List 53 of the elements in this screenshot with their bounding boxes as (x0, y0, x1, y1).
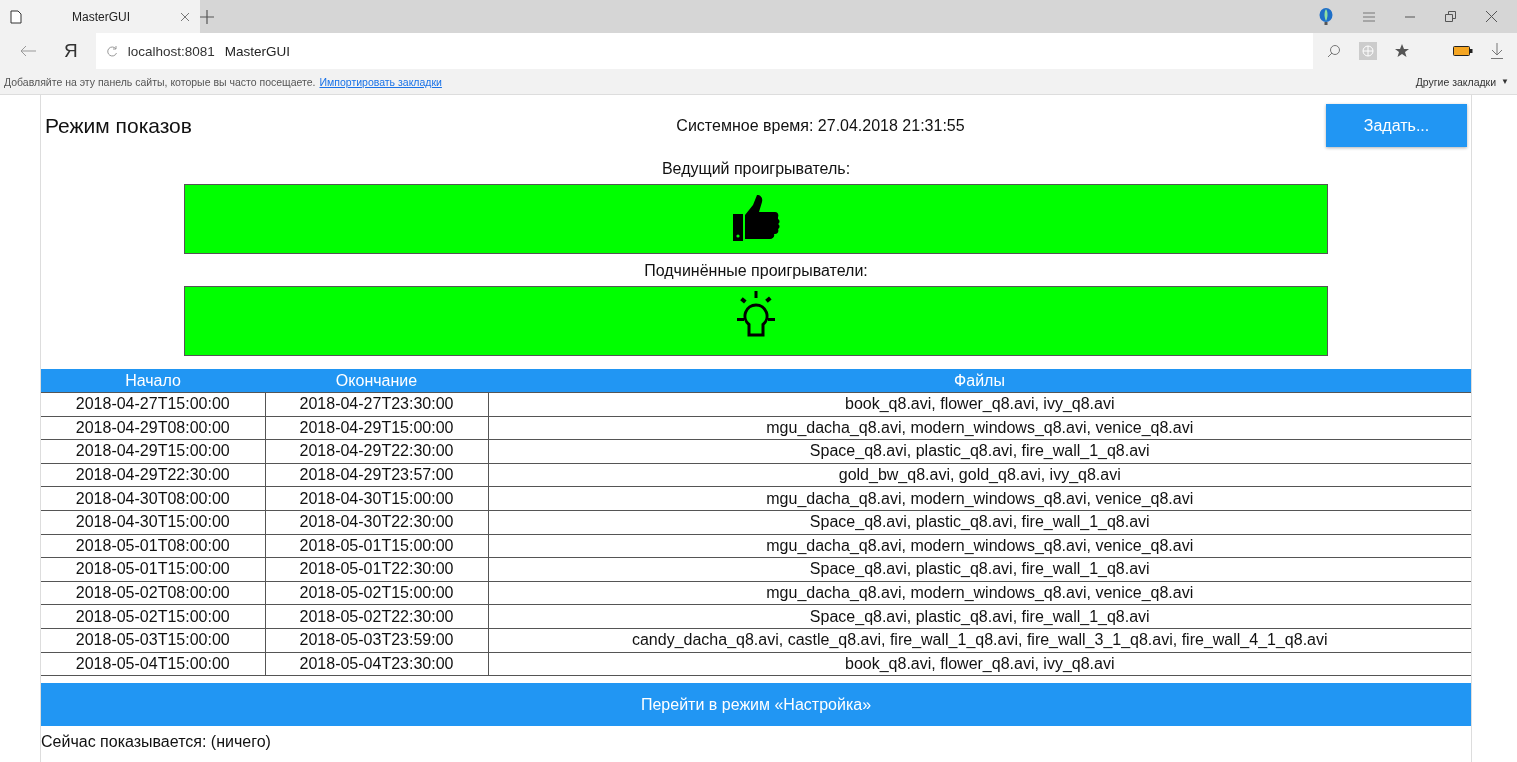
thumbs-up-icon (731, 194, 781, 244)
table-cell: 2018-04-29T23:57:00 (265, 463, 488, 487)
table-cell: book_q8.avi, flower_q8.avi, ivy_q8.avi (488, 392, 1471, 417)
page-title: Режим показов (45, 113, 193, 138)
page-icon (10, 9, 22, 24)
star-icon[interactable] (1395, 44, 1409, 58)
bookmarks-hint: Добавляйте на эту панель сайты, которые вы часто посещаете. (4, 75, 316, 88)
other-bookmarks-button[interactable]: Другие закладки ▼ (1415, 75, 1509, 88)
table-cell: 2018-04-30T15:00:00 (41, 510, 265, 535)
table-cell: 2018-04-30T15:00:00 (265, 486, 488, 511)
column-header: Файлы (488, 369, 1471, 393)
system-time: Системное время: 27.04.2018 21:31:55 (675, 116, 966, 135)
table-cell: 2018-04-29T22:30:00 (265, 439, 488, 464)
table-cell: 2018-04-30T08:00:00 (41, 486, 265, 511)
restore-icon[interactable] (1445, 11, 1456, 22)
table-cell: 2018-04-29T08:00:00 (41, 416, 265, 440)
column-header: Окончание (265, 369, 488, 393)
table-cell: 2018-05-01T08:00:00 (41, 534, 265, 558)
table-cell: 2018-04-29T22:30:00 (41, 463, 265, 487)
download-icon[interactable] (1491, 43, 1503, 59)
address-bar[interactable]: localhost:8081 MasterGUI (95, 33, 1313, 69)
table-cell: 2018-04-29T15:00:00 (41, 439, 265, 464)
player-label: Ведущий проигрыватель: (661, 159, 851, 179)
table-cell: 2018-04-27T23:30:00 (265, 392, 488, 417)
reload-icon[interactable] (105, 45, 118, 57)
search-icon[interactable] (1327, 44, 1341, 58)
table-cell: 2018-05-03T23:59:00 (265, 628, 488, 653)
table-cell: 2018-05-01T22:30:00 (265, 557, 488, 582)
table-cell: 2018-05-01T15:00:00 (265, 534, 488, 558)
table-cell: 2018-05-02T15:00:00 (265, 581, 488, 605)
table-cell: 2018-05-02T22:30:00 (265, 604, 488, 629)
close-icon[interactable] (180, 11, 190, 22)
back-icon[interactable] (20, 45, 36, 57)
browser-tab[interactable]: MasterGUI (0, 0, 200, 33)
table-cell: 2018-04-30T22:30:00 (265, 510, 488, 535)
balloon-icon[interactable] (1319, 7, 1333, 26)
table-cell: 2018-05-02T08:00:00 (41, 581, 265, 605)
import-bookmarks-link[interactable]: Импортировать закладки (319, 75, 442, 88)
battery-icon[interactable] (1453, 46, 1473, 56)
column-header: Начало (41, 369, 265, 393)
close-icon[interactable] (1486, 11, 1497, 22)
table-cell: 2018-05-01T15:00:00 (41, 557, 265, 582)
browser-logo[interactable]: Я (64, 40, 78, 62)
table-cell: 2018-05-04T23:30:00 (265, 652, 488, 676)
table-cell: 2018-04-29T15:00:00 (265, 416, 488, 440)
plus-icon[interactable] (200, 9, 214, 24)
player-label: Подчинённые проигрыватели: (644, 261, 868, 281)
table-cell: 2018-05-04T15:00:00 (41, 652, 265, 676)
table-cell: 2018-05-02T15:00:00 (41, 604, 265, 629)
minimize-icon[interactable] (1405, 15, 1415, 18)
table-cell: 2018-04-27T15:00:00 (41, 392, 265, 417)
table-cell: 2018-05-03T15:00:00 (41, 628, 265, 653)
now-showing: Сейчас показывается: (ничего) (41, 733, 271, 752)
